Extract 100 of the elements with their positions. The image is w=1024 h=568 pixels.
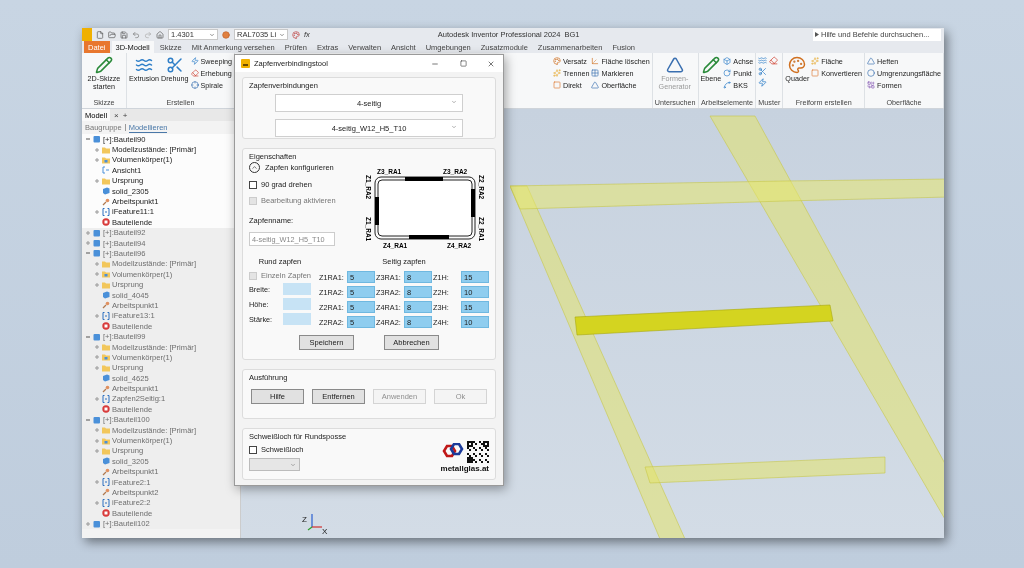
scissors-icon [758, 67, 768, 76]
dropdown[interactable] [249, 458, 300, 471]
plus-icon[interactable] [93, 312, 100, 319]
plus-icon[interactable] [93, 177, 100, 184]
caret-icon [451, 99, 457, 105]
sphere-icon [222, 30, 230, 39]
undo-icon[interactable] [132, 30, 140, 39]
app-icon [241, 59, 250, 68]
point-icon [102, 467, 110, 476]
plus-icon[interactable] [93, 281, 100, 288]
feature-icon [102, 498, 110, 507]
palette-icon [788, 56, 807, 74]
lightning-icon [190, 57, 199, 65]
file-icon[interactable] [96, 30, 104, 39]
qr-code-drawing [467, 441, 489, 463]
cube-icon [93, 332, 101, 341]
axis-icon [591, 57, 600, 65]
pencil-icon [701, 56, 720, 74]
triangle-icon [867, 57, 876, 65]
close-button[interactable]: × [114, 110, 119, 120]
feature-icon [102, 207, 110, 216]
curve-icon [723, 81, 732, 89]
scissors-icon [165, 56, 184, 74]
feature-icon [102, 478, 110, 487]
plus-icon[interactable] [93, 499, 100, 506]
grid-icon [591, 69, 600, 77]
eraser-icon [769, 56, 779, 65]
plus-icon[interactable] [93, 395, 100, 402]
caret-icon [290, 461, 296, 468]
minus-icon[interactable] [84, 136, 91, 143]
plus-icon[interactable] [93, 260, 100, 267]
cube-icon [93, 519, 101, 528]
sparkles-icon [552, 69, 561, 77]
eraser-icon [190, 69, 199, 77]
point-icon [102, 384, 110, 393]
palette-icon[interactable] [292, 30, 300, 39]
caret-icon [451, 124, 457, 130]
plus-icon[interactable] [84, 229, 91, 236]
minus-icon[interactable] [84, 250, 91, 257]
plus-icon[interactable] [84, 240, 91, 247]
square-icon [552, 81, 561, 89]
axis-label: Z [302, 515, 307, 524]
end-icon [102, 405, 110, 414]
folder-icon[interactable] [108, 30, 116, 39]
cube-icon [93, 415, 101, 424]
app-logo-icon [82, 28, 92, 41]
axis-label: X [322, 527, 328, 534]
plus-icon[interactable] [93, 447, 100, 454]
logo-text: metallglas.at [440, 464, 489, 473]
palette-icon [552, 57, 561, 65]
square-icon [811, 69, 820, 77]
point-icon [102, 301, 110, 310]
sparkles-icon [811, 57, 820, 65]
chevron-up-icon [251, 164, 258, 171]
solid-icon [102, 374, 110, 383]
redo-icon[interactable] [144, 30, 152, 39]
end-icon [102, 218, 110, 227]
plus-icon[interactable] [93, 208, 100, 215]
view-icon [102, 166, 110, 175]
plus-icon[interactable] [93, 437, 100, 444]
minus-icon[interactable] [84, 333, 91, 340]
plus-icon[interactable] [84, 520, 91, 527]
triangle-icon [591, 81, 600, 89]
add-tab-button[interactable]: + [122, 110, 128, 120]
cube-icon [723, 57, 732, 65]
solid-icon [102, 187, 110, 196]
point-icon [102, 488, 110, 497]
crosshair-icon [190, 81, 199, 89]
caret-icon [279, 31, 285, 38]
plus-icon[interactable] [93, 479, 100, 486]
caret-icon [815, 32, 819, 37]
maximize-icon [459, 60, 467, 67]
lightning-icon [758, 78, 768, 87]
minus-icon[interactable] [84, 416, 91, 423]
triangle-icon [665, 56, 684, 74]
solid-icon [102, 457, 110, 466]
combine-icon [867, 81, 876, 89]
end-icon [102, 322, 110, 331]
plus-icon[interactable] [93, 156, 100, 163]
plus-icon[interactable] [93, 364, 100, 371]
home-icon[interactable] [156, 30, 164, 39]
circle-icon [867, 69, 876, 77]
close-icon [487, 59, 495, 68]
plus-icon[interactable] [93, 146, 100, 153]
plus-icon[interactable] [93, 354, 100, 361]
plus-icon[interactable] [93, 344, 100, 350]
feature-icon [102, 394, 110, 403]
point-icon [102, 197, 110, 206]
input-field[interactable] [283, 313, 312, 325]
cube-icon [93, 135, 101, 144]
input-field[interactable] [283, 283, 312, 295]
plus-icon[interactable] [93, 271, 100, 278]
save-icon[interactable] [120, 30, 128, 39]
solid-icon [102, 291, 110, 300]
plus-icon[interactable] [93, 427, 100, 434]
end-icon [102, 509, 110, 518]
input-field[interactable] [283, 298, 312, 310]
folder-icon [102, 259, 110, 268]
pencil-icon [95, 56, 113, 74]
feature-icon [102, 311, 110, 320]
